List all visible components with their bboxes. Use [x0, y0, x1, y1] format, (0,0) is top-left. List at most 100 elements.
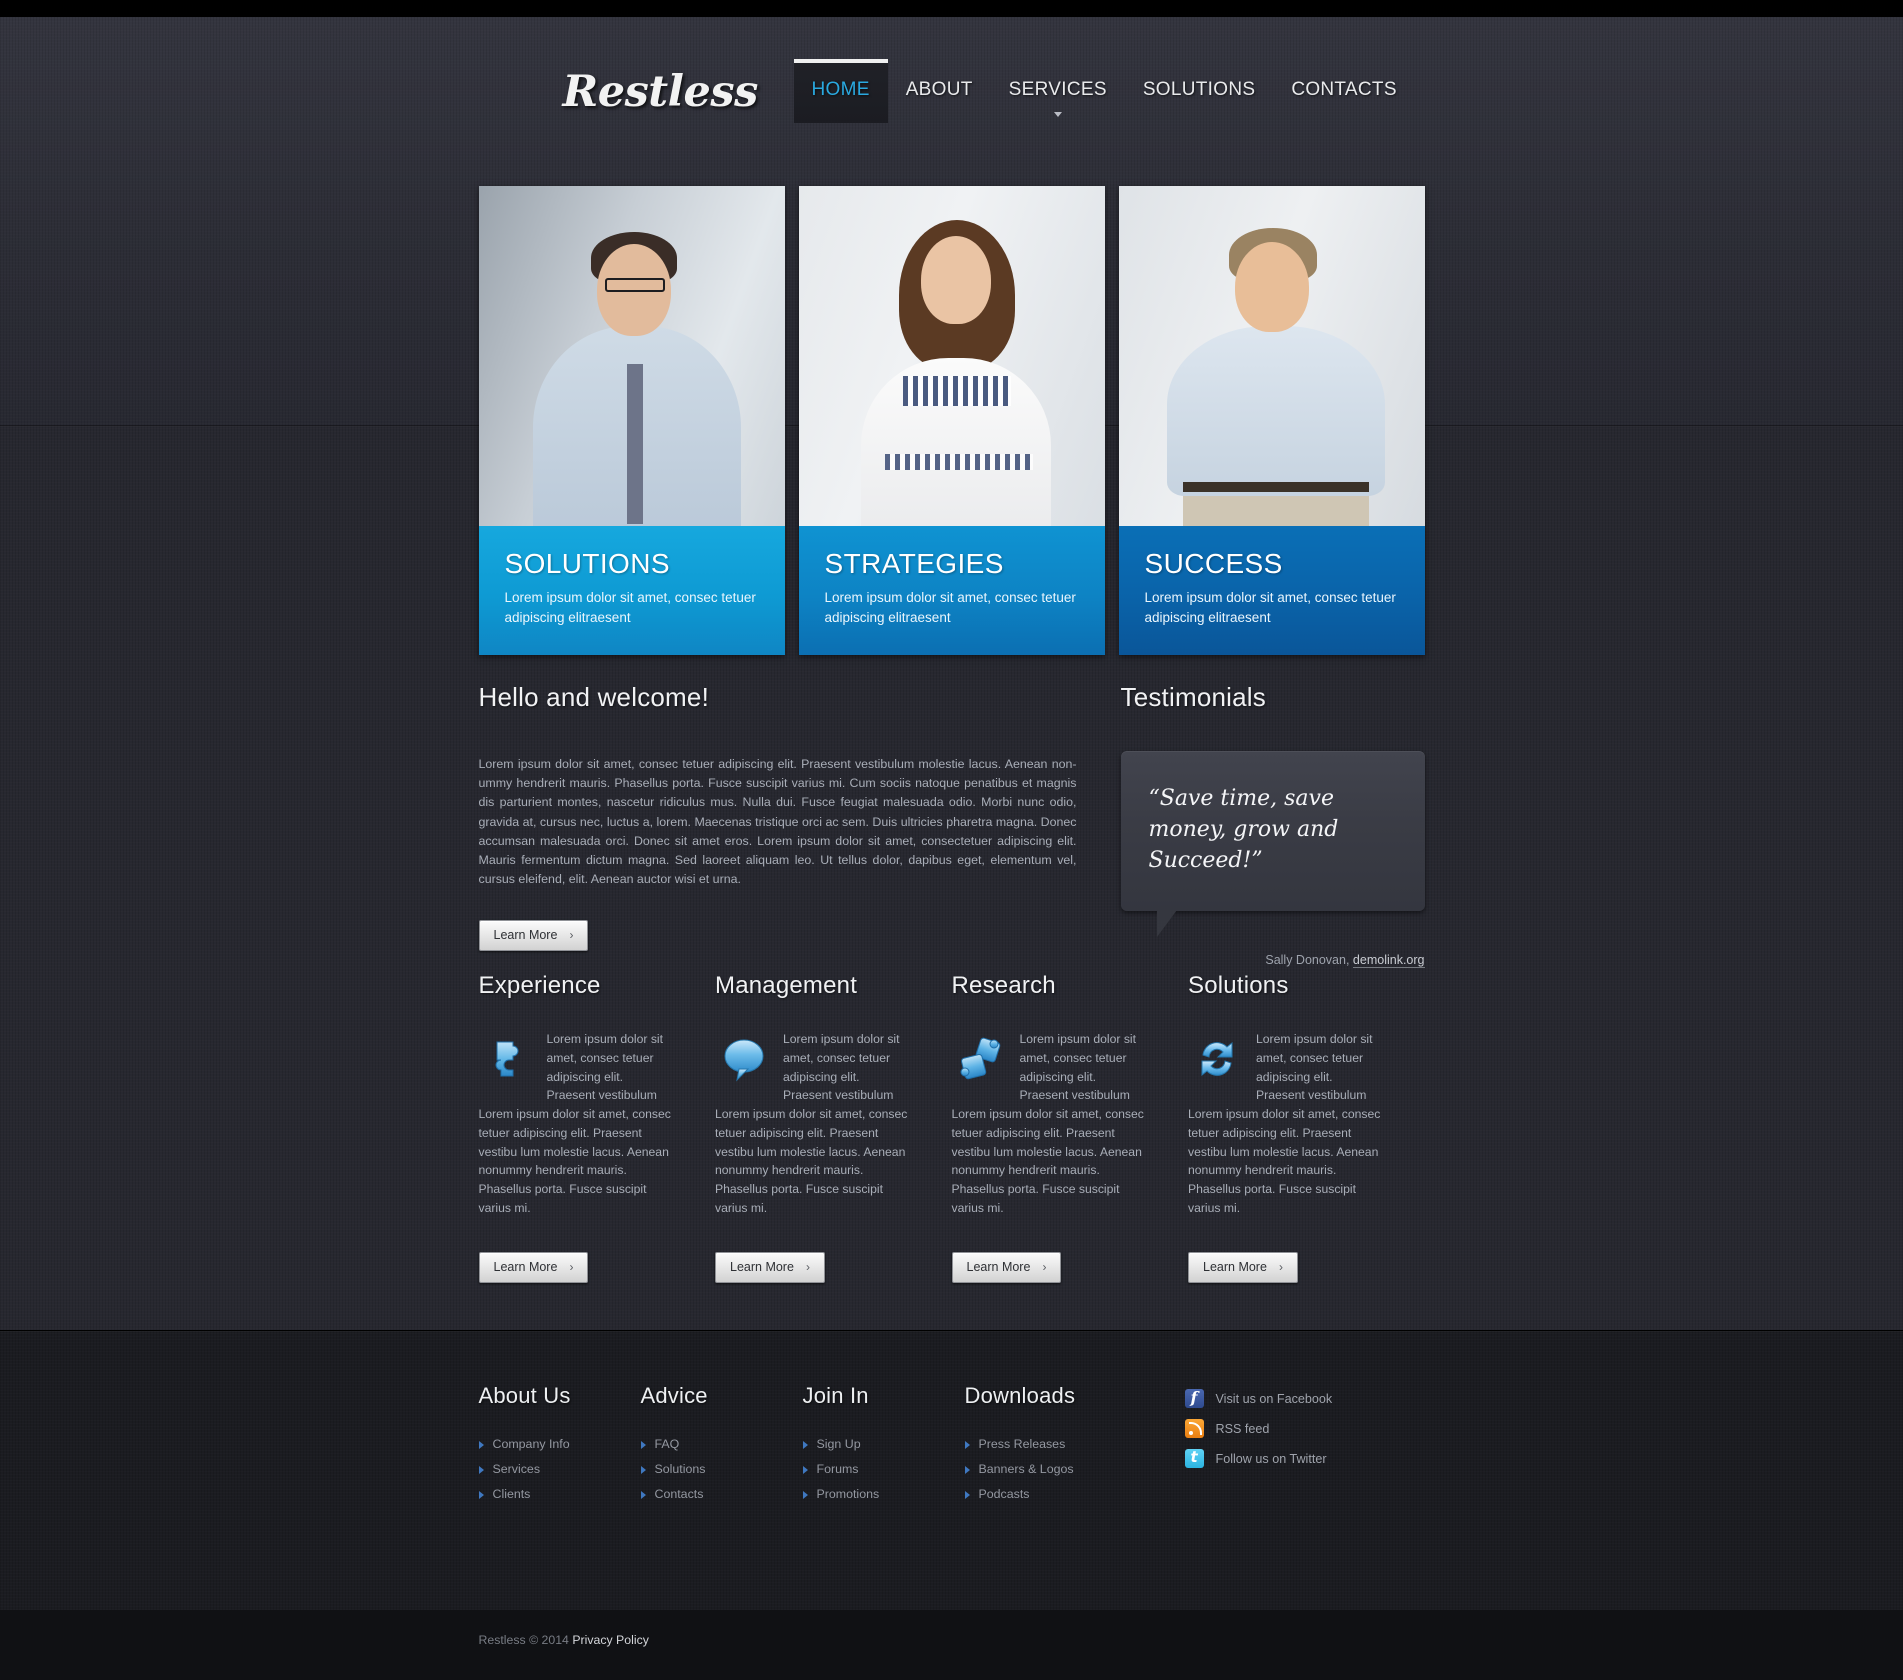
man-with-glasses-photo	[478, 186, 785, 526]
feature-text-experience: Lorem ipsum dolor sit amet, consec tetue…	[479, 1030, 674, 1218]
feature-intro-management: Lorem ipsum dolor sit amet, consec tetue…	[783, 1032, 900, 1103]
footer-links-join-in: Sign Up Forums Promotions	[802, 1437, 965, 1501]
footer-links-downloads: Press Releases Banners & Logos Podcasts	[964, 1437, 1161, 1501]
card-photo-success	[1118, 186, 1425, 526]
testimonial-author-name: Sally Donovan,	[1265, 952, 1350, 967]
footer-column-join-in: Join In Sign Up Forums Promotions	[802, 1383, 965, 1512]
nav-label-services: SERVICES	[1008, 79, 1107, 100]
footer-links-about-us: Company Info Services Clients	[478, 1437, 641, 1501]
site-logo[interactable]: Restless	[563, 67, 759, 117]
twitter-icon	[1184, 1448, 1204, 1468]
testimonials-section: Testimonials “Save time, save money, gro…	[1120, 682, 1425, 968]
feature-learn-more-solutions[interactable]: Learn More ›	[1188, 1251, 1298, 1283]
feature-body-experience: Lorem ipsum dolor sit amet, consec tetue…	[478, 1107, 671, 1216]
nav-label-home: HOME	[811, 79, 870, 100]
feature-intro-solutions: Lorem ipsum dolor sit amet, consec tetue…	[1256, 1032, 1373, 1103]
feature-text-management: Lorem ipsum dolor sit amet, consec tetue…	[715, 1030, 910, 1218]
footer-link-sign-up[interactable]: Sign Up	[802, 1437, 965, 1451]
footer-link-company-info[interactable]: Company Info	[478, 1437, 641, 1451]
copyright-line: Restless © 2014 Privacy Policy	[479, 1633, 1425, 1647]
footer-title-about-us: About Us	[478, 1383, 571, 1408]
chevron-right-icon: ›	[569, 1259, 574, 1274]
feature-intro-experience: Lorem ipsum dolor sit amet, consec tetue…	[546, 1032, 664, 1103]
feature-card-strategies[interactable]: STRATEGIES Lorem ipsum dolor sit amet, c…	[798, 186, 1105, 656]
chevron-right-icon: ›	[805, 1259, 810, 1274]
nav-item-services[interactable]: SERVICES	[991, 59, 1125, 123]
footer-link-services[interactable]: Services	[478, 1462, 641, 1476]
feature-learn-more-experience[interactable]: Learn More ›	[478, 1251, 589, 1283]
nav-item-contacts[interactable]: CONTACTS	[1273, 59, 1415, 123]
two-puzzle-pieces-icon	[960, 1037, 1000, 1080]
social-link-facebook[interactable]: Visit us on Facebook	[1184, 1388, 1333, 1408]
social-link-rss[interactable]: RSS feed	[1184, 1419, 1333, 1438]
testimonial-author: Sally Donovan, demolink.org	[1121, 952, 1425, 968]
feature-learn-more-research[interactable]: Learn More ›	[951, 1251, 1062, 1283]
footer-link-solutions[interactable]: Solutions	[640, 1462, 803, 1476]
card-text-strategies: Lorem ipsum dolor sit amet, consec tetue…	[824, 590, 1076, 625]
footer-link-clients[interactable]: Clients	[478, 1487, 641, 1501]
speech-bubble-icon	[724, 1039, 764, 1082]
social-link-twitter[interactable]: Follow us on Twitter	[1184, 1448, 1333, 1468]
nav-item-about[interactable]: ABOUT	[888, 59, 991, 123]
footer-link-press-releases[interactable]: Press Releases	[964, 1437, 1161, 1451]
card-title-solutions: SOLUTIONS	[504, 548, 670, 579]
feature-title-solutions: Solutions	[1188, 972, 1289, 999]
testimonial-author-site[interactable]: demolink.org	[1352, 952, 1425, 968]
page-root: Restless HOME ABOUT SERVICES SOLUTIONS C…	[0, 0, 1903, 1680]
feature-title-experience: Experience	[478, 972, 601, 999]
footer-column-about-us: About Us Company Info Services Clients	[478, 1383, 641, 1512]
chevron-right-icon: ›	[569, 927, 574, 942]
footer-link-forums[interactable]: Forums	[802, 1462, 965, 1476]
privacy-policy-link[interactable]: Privacy Policy	[572, 1633, 649, 1647]
footer-link-contacts[interactable]: Contacts	[640, 1487, 803, 1501]
social-label-rss: RSS feed	[1215, 1421, 1270, 1436]
footer-social-links: Visit us on Facebook RSS feed Follow us …	[1184, 1383, 1333, 1512]
footer-column-advice: Advice FAQ Solutions Contacts	[640, 1383, 803, 1512]
feature-title-research: Research	[951, 972, 1056, 999]
feature-columns: Experience Lorem ipsum dolor sit amet, c…	[478, 972, 1425, 1283]
feature-card-solutions[interactable]: SOLUTIONS Lorem ipsum dolor sit amet, co…	[478, 186, 785, 656]
card-text-success: Lorem ipsum dolor sit amet, consec tetue…	[1144, 590, 1396, 625]
footer-title-join-in: Join In	[802, 1383, 869, 1408]
card-title-success: SUCCESS	[1144, 548, 1283, 579]
feature-cards: SOLUTIONS Lorem ipsum dolor sit amet, co…	[478, 186, 1425, 656]
welcome-section: Hello and welcome! Lorem ipsum dolor sit…	[478, 682, 1077, 951]
feature-learn-more-label-research: Learn More	[966, 1259, 1031, 1274]
site-header: Restless HOME ABOUT SERVICES SOLUTIONS C…	[479, 45, 1425, 135]
footer-link-faq[interactable]: FAQ	[640, 1437, 803, 1451]
nav-item-home[interactable]: HOME	[793, 59, 888, 123]
welcome-learn-more-button[interactable]: Learn More ›	[478, 919, 589, 951]
nav-label-about: ABOUT	[905, 79, 973, 100]
feature-column-research: Research Lorem ipsum dolor sit amet, con…	[951, 972, 1189, 1283]
feature-intro-research: Lorem ipsum dolor sit amet, consec tetue…	[1019, 1032, 1137, 1103]
main-navigation: HOME ABOUT SERVICES SOLUTIONS CONTACTS	[793, 59, 1415, 123]
nav-item-solutions[interactable]: SOLUTIONS	[1125, 59, 1274, 123]
footer-link-promotions[interactable]: Promotions	[802, 1487, 965, 1501]
footer-link-podcasts[interactable]: Podcasts	[964, 1487, 1161, 1501]
feature-body-solutions: Lorem ipsum dolor sit amet, consec tetue…	[1188, 1107, 1381, 1216]
refresh-arrows-icon	[1201, 1041, 1233, 1077]
testimonial-bubble: “Save time, save money, grow and Succeed…	[1120, 751, 1425, 937]
footer-title-advice: Advice	[640, 1383, 708, 1408]
feature-learn-more-label-management: Learn More	[730, 1259, 794, 1274]
card-photo-solutions	[478, 186, 785, 526]
bubble-tail	[1156, 909, 1177, 937]
feature-text-research: Lorem ipsum dolor sit amet, consec tetue…	[952, 1030, 1147, 1218]
puzzle-piece-icon	[495, 1041, 518, 1077]
welcome-body: Lorem ipsum dolor sit amet, consec tetue…	[478, 757, 1077, 887]
feature-body-research: Lorem ipsum dolor sit amet, consec tetue…	[951, 1107, 1144, 1216]
feature-card-success[interactable]: SUCCESS Lorem ipsum dolor sit amet, cons…	[1118, 186, 1425, 656]
card-photo-strategies	[798, 186, 1105, 526]
chevron-right-icon: ›	[1042, 1259, 1047, 1274]
social-label-facebook: Visit us on Facebook	[1215, 1391, 1333, 1406]
nav-label-contacts: CONTACTS	[1291, 79, 1397, 100]
footer-link-banners-logos[interactable]: Banners & Logos	[964, 1462, 1161, 1476]
card-text-solutions: Lorem ipsum dolor sit amet, consec tetue…	[504, 590, 756, 625]
feature-column-solutions: Solutions Lorem ipsum dolor sit amet, co…	[1188, 972, 1425, 1283]
nav-label-solutions: SOLUTIONS	[1142, 79, 1256, 100]
testimonials-title: Testimonials	[1120, 682, 1266, 712]
feature-title-management: Management	[715, 972, 858, 999]
welcome-title: Hello and welcome!	[478, 682, 709, 712]
feature-column-management: Management Lorem ipsum dolor sit amet, c…	[715, 972, 952, 1283]
feature-learn-more-management[interactable]: Learn More ›	[715, 1251, 825, 1283]
